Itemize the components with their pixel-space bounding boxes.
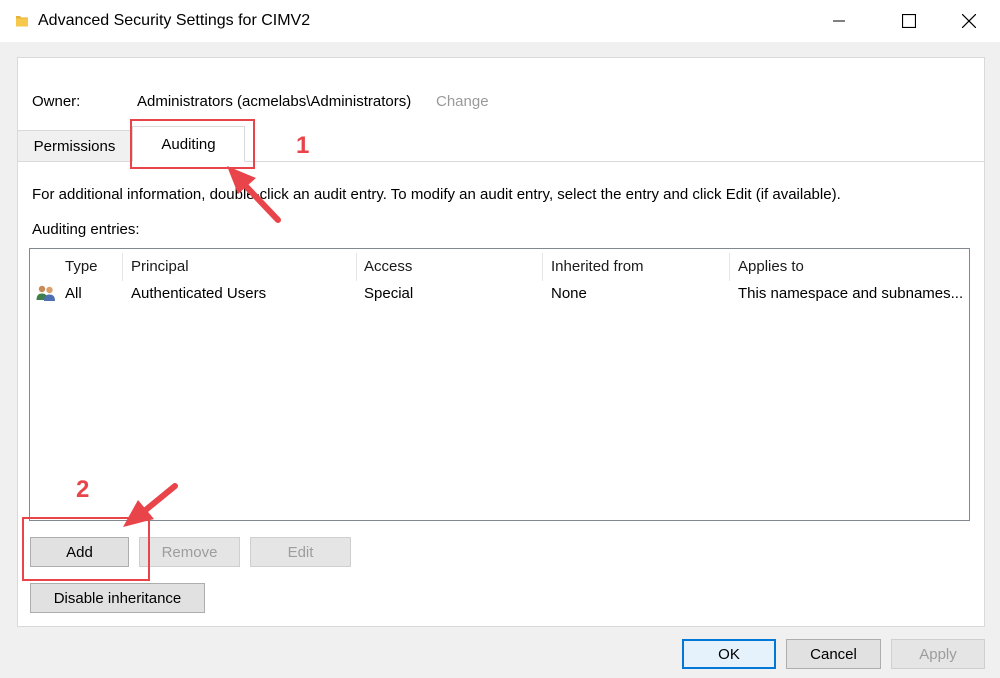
cell-access: Special bbox=[364, 285, 414, 302]
cell-applies-to: This namespace and subnames... bbox=[738, 285, 964, 302]
maximize-icon bbox=[902, 14, 916, 28]
remove-button-label: Remove bbox=[161, 543, 218, 561]
folder-icon bbox=[16, 16, 28, 27]
column-header-type[interactable]: Type bbox=[65, 258, 98, 275]
apply-button-label: Apply bbox=[919, 645, 957, 663]
users-icon bbox=[36, 285, 55, 301]
close-button[interactable] bbox=[946, 0, 992, 42]
owner-label: Owner: bbox=[32, 93, 81, 110]
column-header-access[interactable]: Access bbox=[364, 258, 412, 275]
column-header-principal[interactable]: Principal bbox=[131, 258, 189, 275]
disable-inheritance-label: Disable inheritance bbox=[53, 589, 182, 607]
callout-box-auditing bbox=[130, 119, 255, 169]
column-separator[interactable] bbox=[729, 253, 730, 281]
callout-number-1: 1 bbox=[296, 132, 310, 159]
cell-inherited-from: None bbox=[551, 285, 587, 302]
minimize-button[interactable] bbox=[816, 0, 862, 42]
apply-button[interactable]: Apply bbox=[891, 639, 985, 669]
column-header-inherited-from[interactable]: Inherited from bbox=[551, 258, 644, 275]
owner-value: Administrators (acmelabs\Administrators) bbox=[137, 93, 412, 110]
remove-button[interactable]: Remove bbox=[139, 537, 240, 567]
cell-principal: Authenticated Users bbox=[131, 285, 267, 302]
minimize-icon bbox=[833, 20, 845, 22]
tab-permissions[interactable]: Permissions bbox=[17, 130, 132, 161]
disable-inheritance-button[interactable]: Disable inheritance bbox=[30, 583, 205, 613]
maximize-button[interactable] bbox=[886, 0, 932, 42]
close-icon bbox=[962, 14, 976, 28]
auditing-entries-label: Auditing entries: bbox=[32, 221, 140, 238]
column-separator[interactable] bbox=[356, 253, 357, 281]
info-text: For additional information, double-click… bbox=[32, 186, 841, 203]
column-separator[interactable] bbox=[542, 253, 543, 281]
column-header-applies-to[interactable]: Applies to bbox=[738, 258, 804, 275]
change-owner-link[interactable]: Change bbox=[436, 93, 489, 110]
edit-button-label: Edit bbox=[287, 543, 314, 561]
window-title: Advanced Security Settings for CIMV2 bbox=[38, 12, 311, 29]
callout-box-add bbox=[22, 517, 150, 581]
ok-button-label: OK bbox=[718, 645, 740, 663]
column-separator[interactable] bbox=[122, 253, 123, 281]
ok-button[interactable]: OK bbox=[682, 639, 776, 669]
tab-permissions-label: Permissions bbox=[33, 137, 116, 155]
cancel-button[interactable]: Cancel bbox=[786, 639, 881, 669]
cancel-button-label: Cancel bbox=[810, 645, 857, 663]
cell-type: All bbox=[65, 285, 82, 302]
edit-button[interactable]: Edit bbox=[250, 537, 351, 567]
callout-number-2: 2 bbox=[76, 476, 90, 503]
